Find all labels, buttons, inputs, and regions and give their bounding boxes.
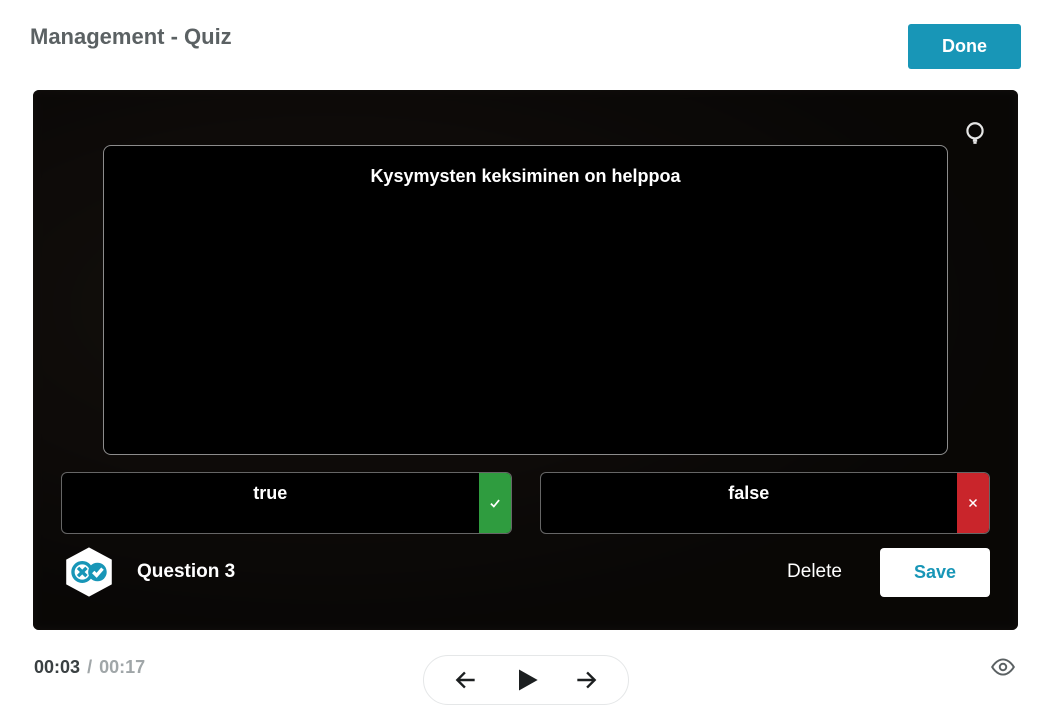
true-false-badge-icon xyxy=(61,544,117,600)
answer-row: true false xyxy=(61,472,990,534)
previous-button[interactable] xyxy=(448,662,484,698)
lightbulb-icon[interactable] xyxy=(960,118,990,148)
next-button[interactable] xyxy=(568,662,604,698)
x-icon[interactable] xyxy=(957,473,989,533)
header-bar: Management - Quiz Done xyxy=(30,0,1021,90)
time-display: 00:03 / 00:17 xyxy=(34,657,145,678)
done-button[interactable]: Done xyxy=(908,24,1021,69)
play-button[interactable] xyxy=(508,662,544,698)
time-total: 00:17 xyxy=(99,657,145,677)
timeline-bar: 00:03 / 00:17 xyxy=(30,636,1021,698)
video-canvas: Kysymysten keksiminen on helppoa true fa… xyxy=(33,90,1018,630)
time-separator: / xyxy=(85,657,94,677)
time-current: 00:03 xyxy=(34,657,80,677)
answer-label: true xyxy=(62,473,479,533)
preview-eye-icon[interactable] xyxy=(989,653,1017,681)
answer-option-true[interactable]: true xyxy=(61,472,512,534)
page-title: Management - Quiz xyxy=(30,24,232,50)
question-footer-bar: Question 3 Delete Save xyxy=(61,542,990,602)
answer-option-false[interactable]: false xyxy=(540,472,991,534)
check-icon[interactable] xyxy=(479,473,511,533)
question-prompt-text: Kysymysten keksiminen on helppoa xyxy=(370,166,680,186)
question-prompt-card[interactable]: Kysymysten keksiminen on helppoa xyxy=(103,145,948,455)
answer-label: false xyxy=(541,473,958,533)
delete-button[interactable]: Delete xyxy=(769,551,860,593)
save-button[interactable]: Save xyxy=(880,548,990,597)
transport-controls xyxy=(423,655,629,705)
question-number-label: Question 3 xyxy=(137,561,749,583)
